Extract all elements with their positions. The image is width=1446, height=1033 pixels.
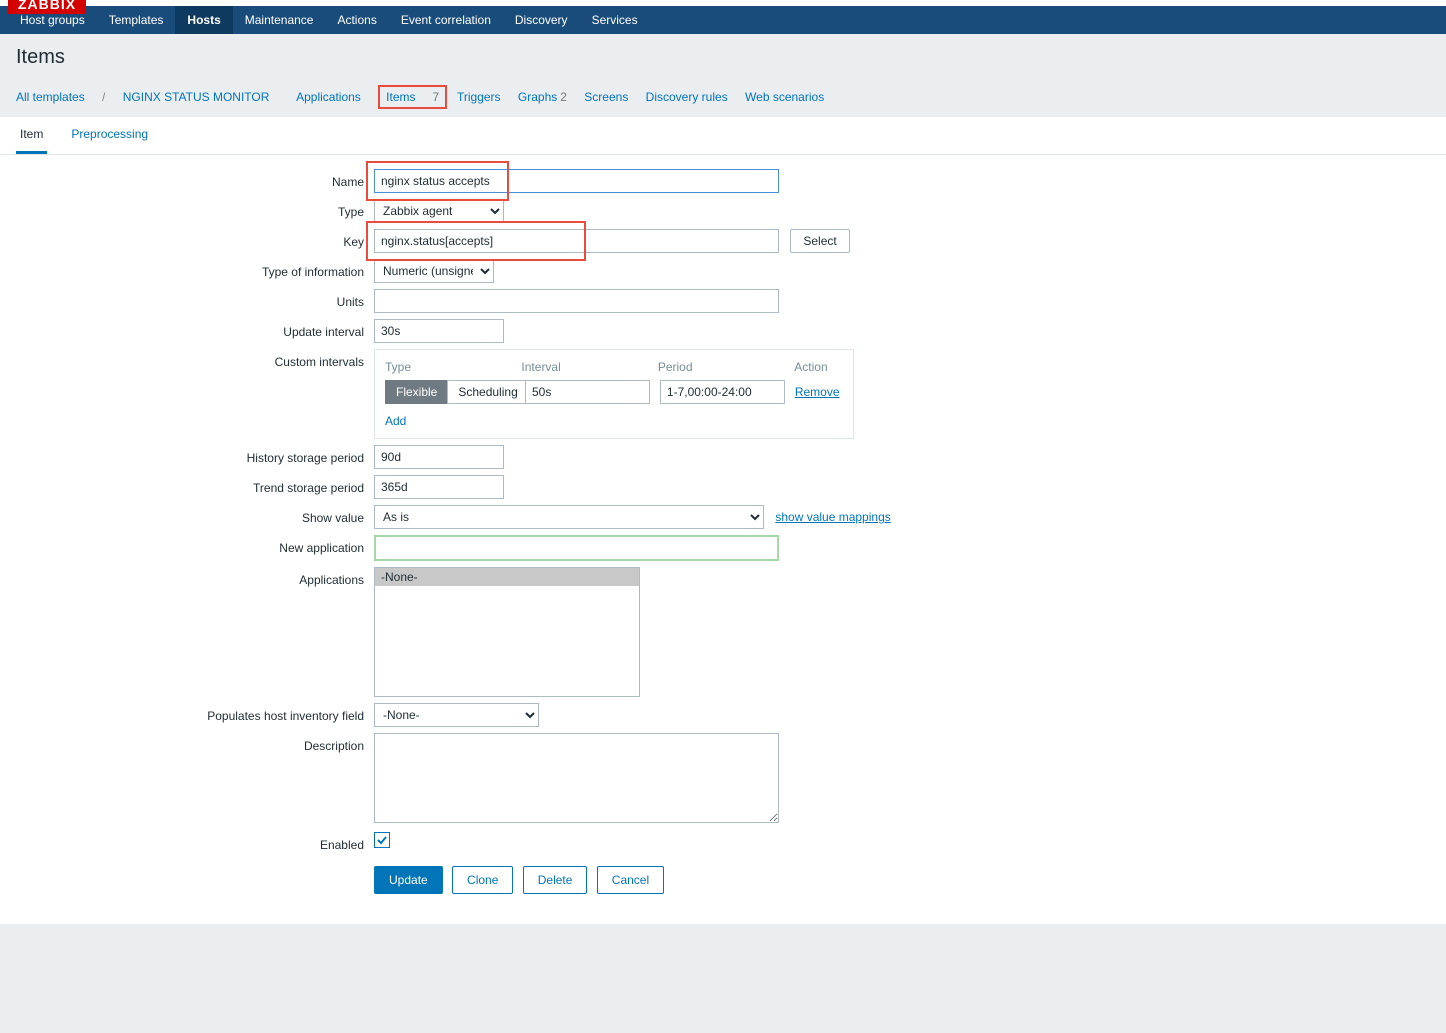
tab-item[interactable]: Item xyxy=(16,117,47,154)
ci-header-type: Type xyxy=(385,360,521,374)
nav-templates[interactable]: Templates xyxy=(97,6,176,34)
breadcrumb-template[interactable]: NGINX STATUS MONITOR xyxy=(123,90,270,104)
ci-remove-link[interactable]: Remove xyxy=(795,385,840,399)
check-icon xyxy=(377,835,387,845)
nav-hosts[interactable]: Hosts xyxy=(175,6,232,34)
delete-button[interactable]: Delete xyxy=(523,866,588,894)
page-title: Items xyxy=(16,46,1430,69)
breadcrumb-all-templates[interactable]: All templates xyxy=(16,90,85,104)
label-name: Name xyxy=(16,169,374,189)
ci-scheduling-button[interactable]: Scheduling xyxy=(447,380,528,404)
tabs: Item Preprocessing xyxy=(0,117,1446,155)
subnav-applications[interactable]: Applications xyxy=(296,90,361,104)
label-new-application: New application xyxy=(16,535,374,555)
populates-select[interactable]: -None- xyxy=(374,703,539,727)
breadcrumb: All templates / NGINX STATUS MONITOR App… xyxy=(0,77,1446,117)
subnav-web-scenarios[interactable]: Web scenarios xyxy=(745,90,824,104)
custom-intervals-box: Type Interval Period Action Flexible Sch… xyxy=(374,349,854,439)
show-value-mappings-link[interactable]: show value mappings xyxy=(775,510,890,524)
label-description: Description xyxy=(16,733,374,753)
label-key: Key xyxy=(16,229,374,249)
update-button[interactable]: Update xyxy=(374,866,443,894)
subnav-graphs[interactable]: Graphs2 xyxy=(518,90,567,104)
description-textarea[interactable] xyxy=(374,733,779,823)
label-show-value: Show value xyxy=(16,505,374,525)
subnav-items[interactable]: Items xyxy=(386,90,415,104)
label-type-of-info: Type of information xyxy=(16,259,374,279)
applications-option-none[interactable]: -None- xyxy=(375,568,639,586)
subnav-items-highlight: Items 7 xyxy=(378,85,447,109)
item-form: Name Type Zabbix agent Key Select Type o… xyxy=(0,155,1446,924)
update-interval-input[interactable] xyxy=(374,319,504,343)
clone-button[interactable]: Clone xyxy=(452,866,513,894)
label-type: Type xyxy=(16,199,374,219)
nav-services[interactable]: Services xyxy=(580,6,650,34)
breadcrumb-sep: / xyxy=(102,90,105,104)
label-units: Units xyxy=(16,289,374,309)
nav-maintenance[interactable]: Maintenance xyxy=(233,6,326,34)
label-trend: Trend storage period xyxy=(16,475,374,495)
tab-preprocessing[interactable]: Preprocessing xyxy=(67,117,152,154)
subnav-items-count: 7 xyxy=(433,90,440,104)
subnav-triggers[interactable]: Triggers xyxy=(457,90,501,104)
trend-input[interactable] xyxy=(374,475,504,499)
type-of-info-select[interactable]: Numeric (unsigned) xyxy=(374,259,494,283)
units-input[interactable] xyxy=(374,289,779,313)
ci-header-action: Action xyxy=(794,360,843,374)
ci-header-period: Period xyxy=(658,360,794,374)
label-history: History storage period xyxy=(16,445,374,465)
nav-event-correlation[interactable]: Event correlation xyxy=(389,6,503,34)
history-input[interactable] xyxy=(374,445,504,469)
label-enabled: Enabled xyxy=(16,832,374,852)
label-applications: Applications xyxy=(16,567,374,587)
subnav-screens[interactable]: Screens xyxy=(584,90,628,104)
enabled-checkbox[interactable] xyxy=(374,832,390,848)
ci-interval-input[interactable] xyxy=(525,380,650,404)
ci-flexible-button[interactable]: Flexible xyxy=(385,380,448,404)
zabbix-logo: ZABBIX xyxy=(8,0,86,14)
key-select-button[interactable]: Select xyxy=(790,229,849,253)
cancel-button[interactable]: Cancel xyxy=(597,866,664,894)
new-application-input[interactable] xyxy=(374,535,779,561)
show-value-select[interactable]: As is xyxy=(374,505,764,529)
applications-listbox[interactable]: -None- xyxy=(374,567,640,697)
label-custom-intervals: Custom intervals xyxy=(16,349,374,369)
type-select[interactable]: Zabbix agent xyxy=(374,199,504,223)
ci-header-interval: Interval xyxy=(521,360,657,374)
subnav-discovery-rules[interactable]: Discovery rules xyxy=(646,90,728,104)
label-populates: Populates host inventory field xyxy=(16,703,374,723)
ci-add-link[interactable]: Add xyxy=(385,414,406,428)
key-input[interactable] xyxy=(374,229,779,253)
ci-period-input[interactable] xyxy=(660,380,785,404)
label-update-interval: Update interval xyxy=(16,319,374,339)
main-nav: Host groups Templates Hosts Maintenance … xyxy=(0,6,1446,34)
nav-actions[interactable]: Actions xyxy=(325,6,388,34)
name-input[interactable] xyxy=(374,169,779,193)
nav-discovery[interactable]: Discovery xyxy=(503,6,580,34)
